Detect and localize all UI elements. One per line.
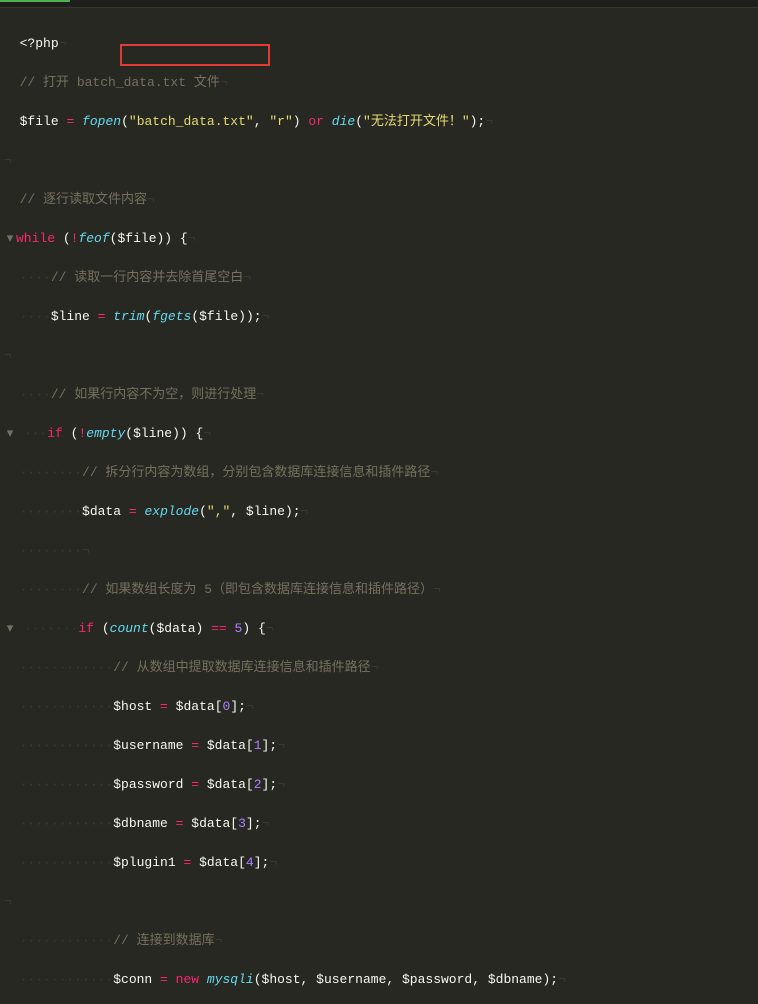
code-line: ············// 连接到数据库¬ — [4, 931, 758, 951]
code-line: ········$data = explode(",", $line);¬ — [4, 502, 758, 522]
code-line: ············// 从数组中提取数据库连接信息和插件路径¬ — [4, 658, 758, 678]
code-line: ············$password = $data[2];¬ — [4, 775, 758, 795]
code-line: ············$dbname = $data[3];¬ — [4, 814, 758, 834]
code-line: ····// 如果行内容不为空，则进行处理¬ — [4, 385, 758, 405]
code-line: ············$username = $data[1];¬ — [4, 736, 758, 756]
comment: // 打开 batch_data.txt 文件 — [20, 75, 220, 90]
code-line: $file = fopen("batch_data.txt", "r") or … — [4, 112, 758, 132]
code-line: ▾ ·······if (count($data) == 5) {¬ — [4, 619, 758, 639]
code-line: // 打开 batch_data.txt 文件¬ — [4, 73, 758, 93]
fold-marker[interactable]: ▾ — [4, 229, 16, 249]
code-line: ····$line = trim(fgets($file));¬ — [4, 307, 758, 327]
fold-marker[interactable]: ▾ — [4, 424, 16, 444]
code-line: ········// 拆分行内容为数组，分别包含数据库连接信息和插件路径¬ — [4, 463, 758, 483]
code-line: ············$conn = new mysqli($host, $u… — [4, 970, 758, 990]
code-line: ¬ — [4, 346, 758, 366]
code-line: // 逐行读取文件内容¬ — [4, 190, 758, 210]
code-line: ········¬ — [4, 541, 758, 561]
whitespace — [4, 36, 20, 51]
code-line: ¬ — [4, 892, 758, 912]
code-line: ▾while (!feof($file)) {¬ — [4, 229, 758, 249]
fold-marker[interactable]: ▾ — [4, 619, 16, 639]
php-open-tag: <?php — [20, 36, 59, 51]
tab-bar — [0, 0, 758, 8]
code-line: ····// 读取一行内容并去除首尾空白¬ — [4, 268, 758, 288]
active-tab-indicator[interactable] — [0, 0, 70, 2]
code-line: ········// 如果数组长度为 5（即包含数据库连接信息和插件路径）¬ — [4, 580, 758, 600]
code-editor[interactable]: <?php¬ // 打开 batch_data.txt 文件¬ $file = … — [0, 8, 758, 1004]
code-line: ············$host = $data[0];¬ — [4, 697, 758, 717]
code-line: ¬ — [4, 151, 758, 171]
code-line: <?php¬ — [4, 34, 758, 54]
code-line: ············$plugin1 = $data[4];¬ — [4, 853, 758, 873]
code-line: ▾ ···if (!empty($line)) {¬ — [4, 424, 758, 444]
